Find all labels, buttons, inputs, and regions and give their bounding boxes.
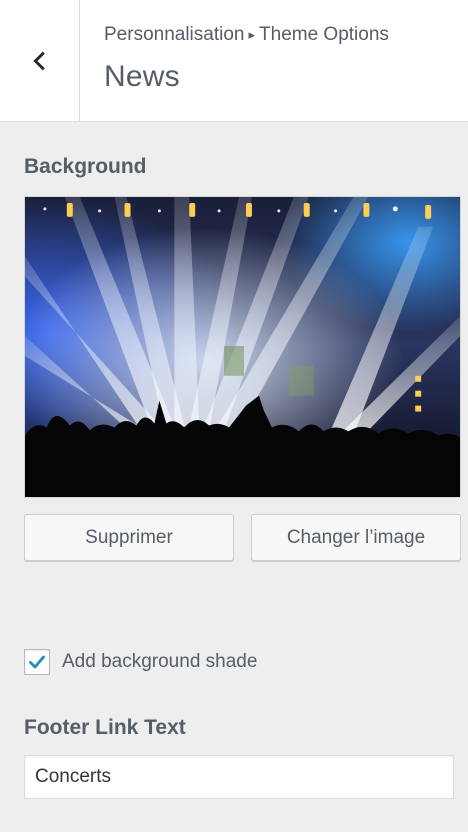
- page-title: News: [104, 60, 180, 93]
- change-image-button[interactable]: Changer l’image: [251, 514, 461, 561]
- customizer-header: Personnalisation ▸ Theme Options News: [0, 0, 468, 122]
- breadcrumb-current: Theme Options: [259, 24, 389, 45]
- footer-link-label: Footer Link Text: [24, 716, 186, 739]
- background-shade-checkbox[interactable]: [24, 649, 50, 675]
- breadcrumb-separator: ▸: [248, 27, 256, 42]
- checkmark-icon: [29, 655, 45, 669]
- concert-image: [25, 197, 460, 497]
- back-button[interactable]: [0, 0, 80, 122]
- background-shade-label: Add background shade: [62, 651, 258, 672]
- chevron-left-icon: [32, 51, 45, 71]
- breadcrumb-root: Personnalisation: [104, 24, 245, 45]
- remove-image-button[interactable]: Supprimer: [24, 514, 234, 561]
- background-image-preview[interactable]: [24, 196, 461, 498]
- breadcrumb: Personnalisation ▸ Theme Options: [104, 24, 389, 46]
- footer-link-text-input[interactable]: [24, 755, 454, 799]
- background-shade-option[interactable]: Add background shade: [24, 648, 257, 676]
- background-label: Background: [24, 155, 147, 178]
